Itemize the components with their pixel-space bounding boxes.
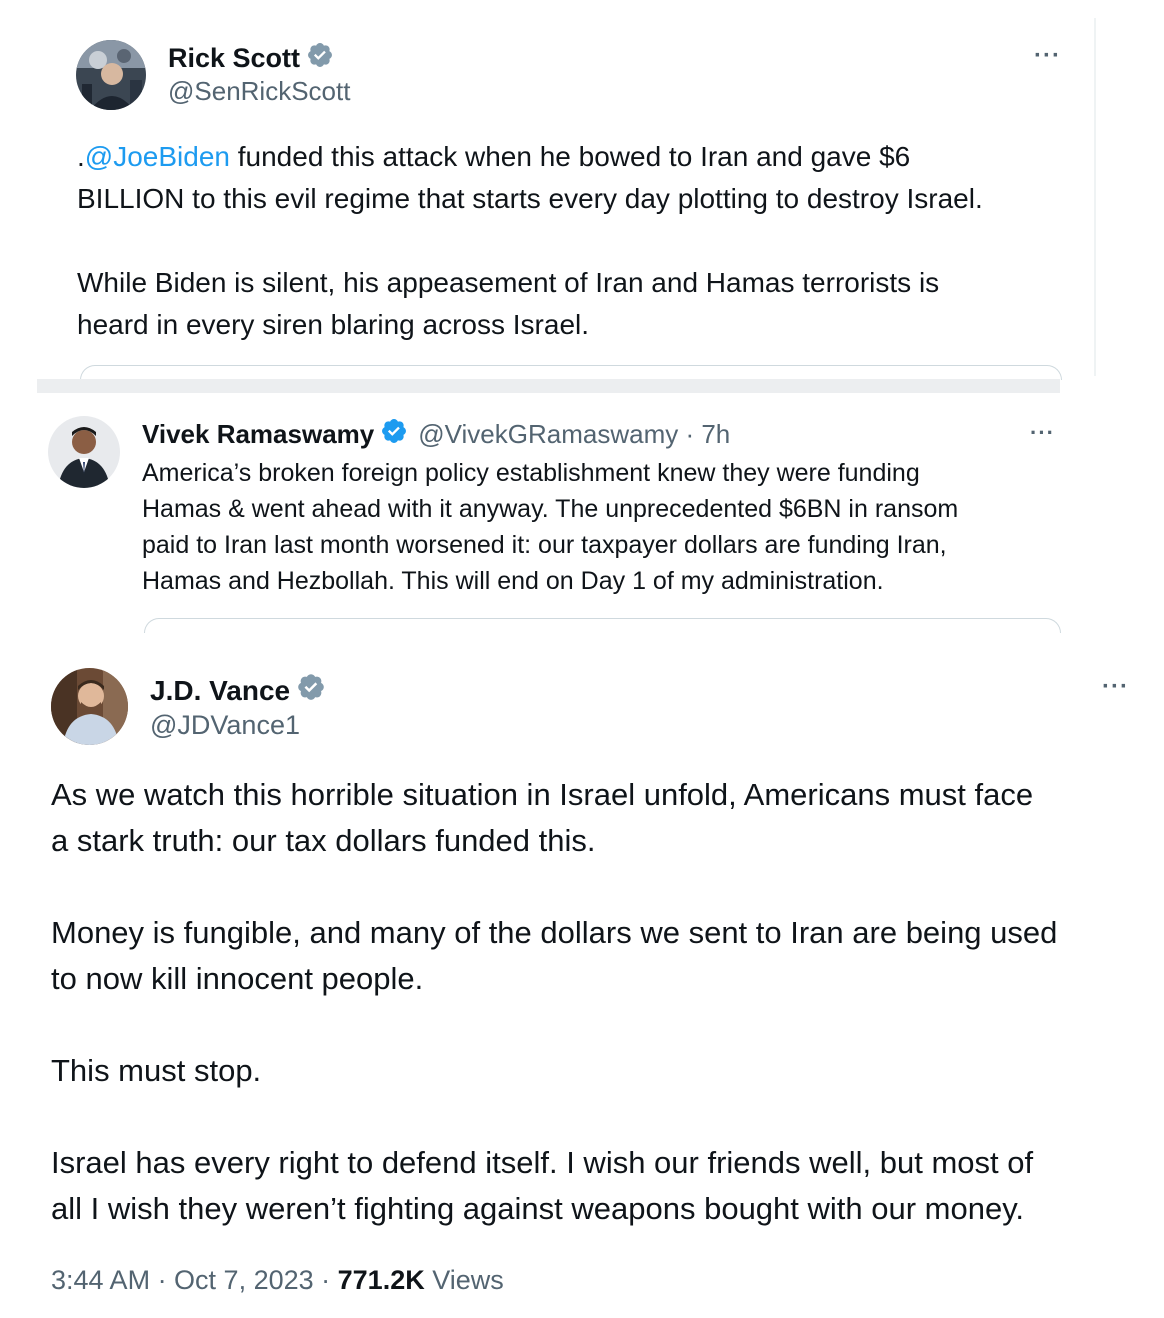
tweet-text: .@JoeBiden funded this attack when he bo… [77,136,1087,346]
author-handle[interactable]: @SenRickScott [168,76,350,107]
avatar[interactable] [48,416,120,488]
section-separator [37,379,1060,393]
views-count: 771.2K [337,1265,425,1295]
author-name-text: Rick Scott [168,43,301,73]
author-name-text: Vivek Ramaswamy [142,419,375,449]
avatar[interactable] [76,40,146,110]
tweet-meta: 3:44 AM · Oct 7, 2023 · 771.2K Views [51,1265,504,1296]
tweet-text: As we watch this horrible situation in I… [51,777,1058,1226]
more-options-icon[interactable]: ··· [1030,420,1055,446]
quoted-card-edge [80,365,1062,380]
mention-link[interactable]: @JoeBiden [85,141,230,172]
tweet-text-prefix: . [77,141,85,172]
verified-badge-icon [296,672,326,709]
author-name[interactable]: Rick Scott [168,41,334,76]
author-name[interactable]: Vivek Ramaswamy @VivekGRamaswamy · 7h [142,417,730,452]
author-handle[interactable]: @JDVance1 [150,710,300,741]
verified-badge-icon [306,41,334,76]
verified-badge-icon [380,417,408,452]
views-label: Views [424,1265,504,1295]
author-handle-time[interactable]: @VivekGRamaswamy · 7h [418,419,730,450]
vertical-divider [1094,18,1096,376]
quoted-card-edge [144,618,1061,633]
more-options-icon[interactable]: ··· [1102,673,1129,701]
author-name-text: J.D. Vance [150,674,291,706]
timestamp-link[interactable]: 3:44 AM · Oct 7, 2023 · [51,1265,338,1295]
avatar[interactable] [51,668,128,745]
tweet-text: America’s broken foreign policy establis… [142,459,959,595]
more-options-icon[interactable]: ··· [1034,42,1061,70]
author-name[interactable]: J.D. Vance [150,672,326,709]
